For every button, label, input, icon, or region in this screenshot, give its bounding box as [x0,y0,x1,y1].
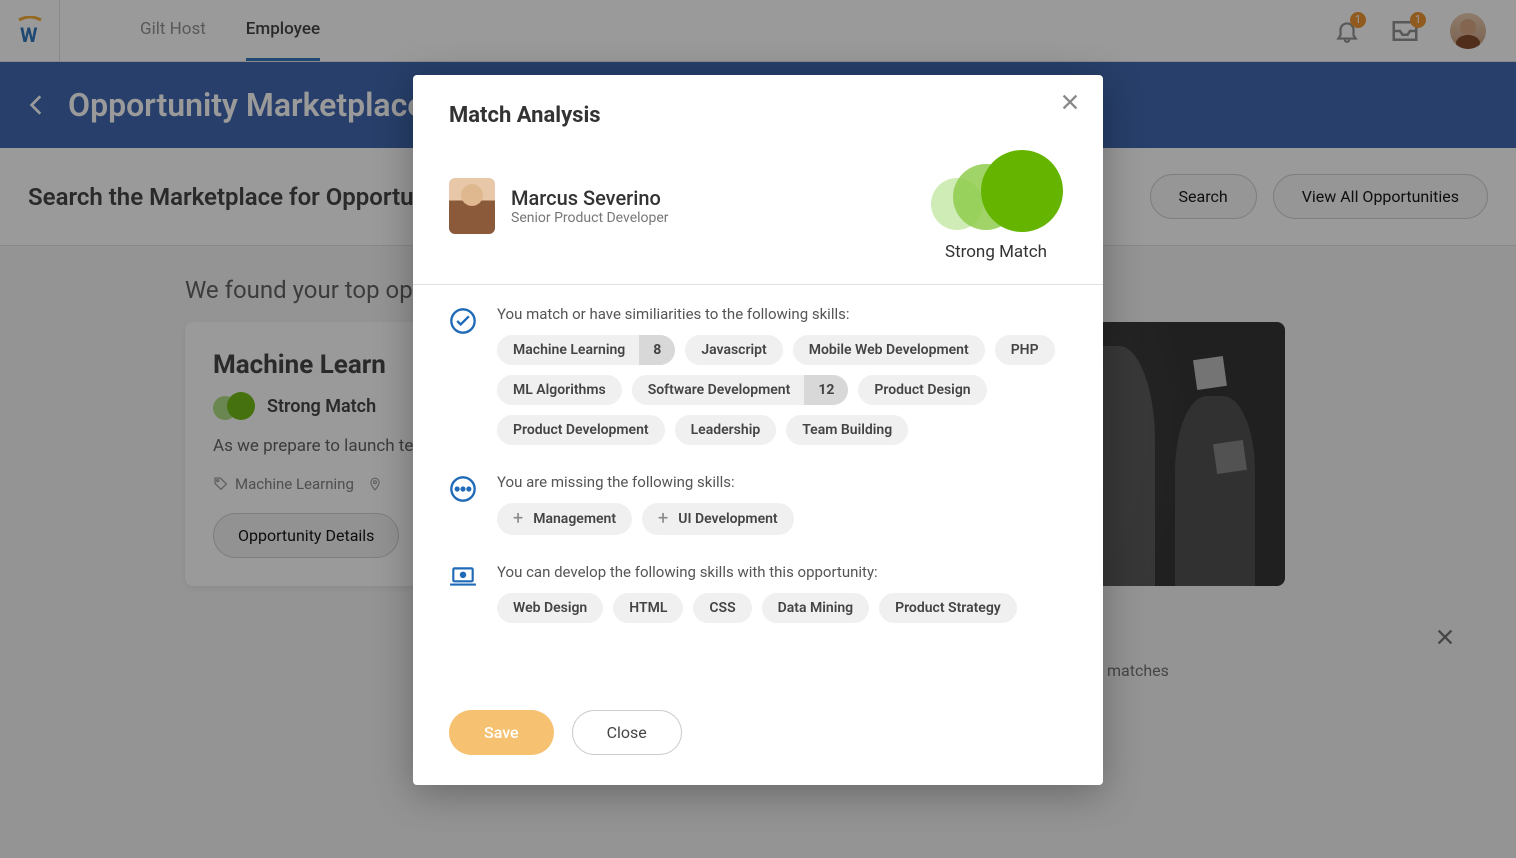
profile-role: Senior Product Developer [511,210,669,226]
dialog-title: Match Analysis [449,103,1067,128]
chip-count: 8 [639,335,675,365]
skill-chip: Web Design [497,593,603,623]
match-strength-text: Strong Match [931,242,1061,262]
profile-photo [449,178,495,234]
skill-chip: Software Development12 [632,375,849,405]
skill-chip: Product Development [497,415,665,445]
missing-skills-section: You are missing the following skills: Ma… [449,473,1067,535]
close-button[interactable]: Close [572,710,682,755]
chip-count: 12 [804,375,848,405]
ellipsis-circle-icon [449,473,479,535]
missing-skills-prompt: You are missing the following skills: [497,473,794,491]
skill-chip: Machine Learning8 [497,335,675,365]
matched-skills-chips: Machine Learning8 Javascript Mobile Web De… [497,335,1067,445]
skill-chip: Javascript [685,335,782,365]
skill-chip: Leadership [675,415,777,445]
skill-chip[interactable]: Management [497,503,632,535]
skill-chip: Product Strategy [879,593,1017,623]
develop-skills-chips: Web Design HTML CSS Data Mining Product Stra… [497,593,1017,623]
skill-chip: CSS [693,593,751,623]
skill-chip: Data Mining [762,593,869,623]
develop-skills-section: You can develop the following skills wit… [449,563,1067,623]
match-analysis-dialog: Match Analysis Marcus Severino Senior Pr… [413,75,1103,785]
matched-skills-section: You match or have similiarities to the f… [449,305,1067,445]
skill-chip: HTML [613,593,683,623]
skill-chip: Product Design [858,375,986,405]
skill-chip: PHP [995,335,1055,365]
matched-skills-prompt: You match or have similiarities to the f… [497,305,1067,323]
skill-chip: Mobile Web Development [793,335,985,365]
develop-skills-prompt: You can develop the following skills wit… [497,563,1017,581]
modal-overlay: Match Analysis Marcus Severino Senior Pr… [0,0,1516,858]
check-circle-icon [449,305,479,445]
missing-skills-chips: Management UI Development [497,503,794,535]
save-button[interactable]: Save [449,710,554,755]
laptop-icon [449,563,479,623]
skill-chip[interactable]: UI Development [642,503,794,535]
skill-chip: ML Algorithms [497,375,622,405]
skill-chip: Team Building [786,415,908,445]
dialog-close-icon[interactable] [1059,91,1081,113]
match-strength-visual [931,150,1061,232]
profile-name: Marcus Severino [511,186,669,210]
